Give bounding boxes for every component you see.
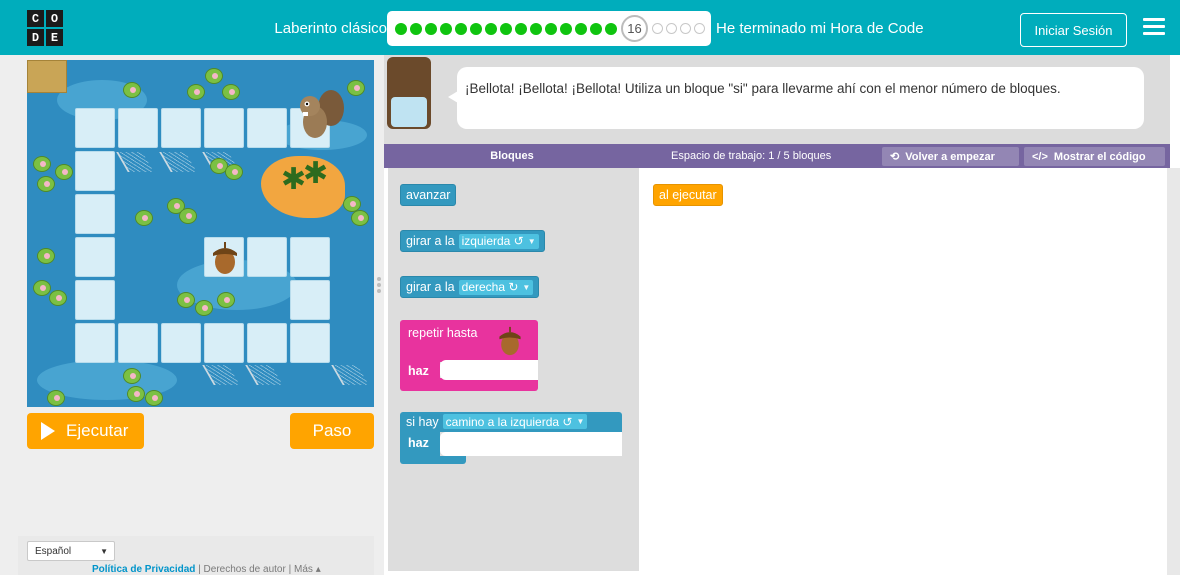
instructions-area: ¡Bellota! ¡Bellota! ¡Bellota! Utiliza un… <box>384 55 1170 145</box>
if-path-block[interactable]: si hay camino a la izquierda ↺ ▼ haz <box>400 412 622 464</box>
current-level-indicator[interactable]: 16 <box>621 15 648 42</box>
do-label: haz <box>408 436 429 450</box>
maze-game-area: ✱ ✱ <box>27 60 374 407</box>
level-dot-completed[interactable] <box>440 22 452 35</box>
level-dot-completed[interactable] <box>485 22 497 35</box>
workspace-scrollbar[interactable] <box>1167 168 1180 575</box>
turn-left-block[interactable]: girar a la izquierda ↺ ▼ <box>400 230 545 252</box>
level-progress-bar: 16 <box>387 11 711 46</box>
signin-button[interactable]: Iniciar Sesión <box>1020 13 1127 47</box>
if-label: si hay <box>406 414 439 429</box>
turn-direction-dropdown[interactable]: izquierda ↺ ▼ <box>458 233 539 249</box>
show-code-button[interactable]: </> Mostrar el código <box>1024 147 1165 166</box>
level-dot-completed[interactable] <box>560 22 572 35</box>
level-dot-upcoming[interactable] <box>680 23 691 34</box>
copyright-link[interactable]: Derechos de autor <box>204 564 286 575</box>
show-code-button-label: Mostrar el código <box>1053 150 1146 163</box>
reset-icon: ⟲ <box>890 151 900 163</box>
instructions-bubble: ¡Bellota! ¡Bellota! ¡Bellota! Utiliza un… <box>448 67 1144 129</box>
level-dot-completed[interactable] <box>470 22 482 35</box>
footer: Español ▼ Política de Privacidad | Derec… <box>18 536 374 575</box>
step-button[interactable]: Paso <box>290 413 374 449</box>
code-icon: </> <box>1032 150 1048 163</box>
repeat-until-label: repetir hasta <box>408 326 478 340</box>
reset-button-label: Volver a empezar <box>905 150 995 163</box>
level-dot-completed[interactable] <box>395 22 407 35</box>
dropdown-arrow-icon: ▼ <box>527 236 536 246</box>
turn-right-block[interactable]: girar a la derecha ↻ ▼ <box>400 276 540 298</box>
game-pane: ✱ ✱ Ejecutar Paso Español ▼ Política de … <box>0 55 384 575</box>
dropdown-arrow-icon: ▼ <box>576 417 585 426</box>
squirrel-character-icon <box>300 90 344 138</box>
logo-letter: C <box>27 10 44 27</box>
logo-letter: D <box>27 29 44 46</box>
language-select-value: Español <box>35 545 72 557</box>
ice-age-character-avatar <box>387 57 431 129</box>
run-button[interactable]: Ejecutar <box>27 413 144 449</box>
level-dot-completed[interactable] <box>575 22 587 35</box>
finish-hour-of-code-link[interactable]: He terminado mi Hora de Code <box>716 20 924 37</box>
workspace-header: Bloques Espacio de trabajo: 1 / 5 bloque… <box>384 144 1170 168</box>
move-forward-block[interactable]: avanzar <box>400 184 457 206</box>
level-dot-upcoming[interactable] <box>666 23 677 34</box>
level-title[interactable]: Laberinto clásico <box>274 20 387 37</box>
dropdown-arrow-icon: ▼ <box>522 282 531 292</box>
more-link[interactable]: Más <box>294 564 313 575</box>
level-dot-completed[interactable] <box>590 22 602 35</box>
level-dot-completed[interactable] <box>455 22 467 35</box>
workspace-title: Espacio de trabajo: 1 / 5 bloques <box>671 150 832 162</box>
pane-resize-handle[interactable] <box>377 277 381 295</box>
level-dot-completed[interactable] <box>425 22 437 35</box>
footer-links: Política de Privacidad | Derechos de aut… <box>92 564 321 575</box>
turn-direction-dropdown[interactable]: derecha ↻ ▼ <box>458 279 534 295</box>
acorn-icon <box>213 242 237 274</box>
repeat-until-block[interactable]: repetir hasta haz <box>400 320 538 391</box>
blocks-toolbox: avanzar girar a la izquierda ↺ ▼ girar a… <box>388 168 639 571</box>
code-logo[interactable]: C O D E <box>27 10 63 46</box>
level-dot-completed[interactable] <box>515 22 527 35</box>
blocks-workspace[interactable]: al ejecutar <box>639 168 1170 571</box>
island-decoration: ✱ ✱ <box>261 156 345 218</box>
level-dot-completed[interactable] <box>545 22 557 35</box>
caret-up-icon: ▴ <box>315 564 321 575</box>
top-header: C O D E Laberinto clásico 16 He terminad… <box>0 0 1180 55</box>
level-dot-upcoming[interactable] <box>694 23 705 34</box>
path-direction-dropdown[interactable]: camino a la izquierda ↺ ▼ <box>442 414 588 429</box>
run-button-label: Ejecutar <box>66 421 129 440</box>
start-tile <box>27 60 67 93</box>
hamburger-menu-icon[interactable] <box>1143 18 1165 36</box>
level-dot-completed[interactable] <box>410 22 422 35</box>
toolbox-title: Bloques <box>490 150 534 162</box>
level-dot-upcoming[interactable] <box>652 23 663 34</box>
level-dot-completed[interactable] <box>530 22 542 35</box>
level-dot-completed[interactable] <box>605 22 617 35</box>
play-icon <box>41 422 55 440</box>
do-label: haz <box>408 364 429 378</box>
language-select[interactable]: Español ▼ <box>27 541 115 561</box>
reset-button[interactable]: ⟲ Volver a empezar <box>882 147 1019 166</box>
privacy-policy-link[interactable]: Política de Privacidad <box>92 564 195 575</box>
level-dot-completed[interactable] <box>500 22 512 35</box>
logo-letter: O <box>46 10 63 27</box>
when-run-block[interactable]: al ejecutar <box>653 184 723 206</box>
acorn-icon <box>499 326 521 356</box>
logo-letter: E <box>46 29 63 46</box>
chevron-down-icon: ▼ <box>100 547 108 556</box>
